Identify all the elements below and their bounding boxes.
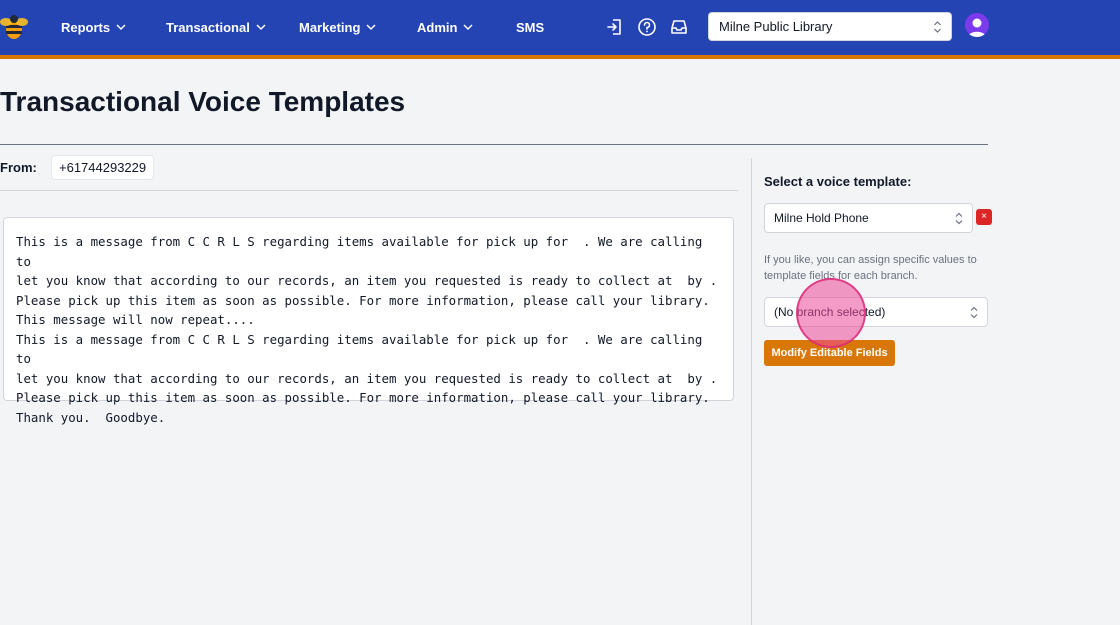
select-updown-icon <box>970 306 978 319</box>
nav-sms-label: SMS <box>516 19 545 35</box>
nav-marketing-label: Marketing <box>299 19 361 35</box>
nav-transactional-label: Transactional <box>166 19 250 35</box>
branch-help-text: If you like, you can assign specific val… <box>764 254 977 282</box>
voice-template-value: Milne Hold Phone <box>774 211 869 225</box>
branch-select[interactable]: (No branch selected) <box>764 297 988 327</box>
chevron-down-icon <box>116 24 126 31</box>
modify-editable-fields-button[interactable]: Modify Editable Fields <box>764 340 895 366</box>
top-navbar: Reports Transactional Marketing Admin SM… <box>0 0 1120 55</box>
chevron-down-icon <box>463 24 473 31</box>
voice-template-select[interactable]: Milne Hold Phone <box>764 203 973 233</box>
chevron-down-icon <box>256 24 266 31</box>
from-divider <box>0 190 738 191</box>
nav-sms[interactable]: SMS <box>516 18 544 36</box>
chevron-down-icon <box>366 24 376 31</box>
help-icon[interactable] <box>637 17 657 37</box>
logout-icon[interactable] <box>605 17 625 37</box>
library-select[interactable]: Milne Public Library <box>708 12 952 41</box>
nav-admin[interactable]: Admin <box>417 18 473 36</box>
from-label: From: <box>0 160 37 175</box>
remove-template-button[interactable]: × <box>976 209 992 225</box>
user-avatar[interactable] <box>965 13 989 37</box>
select-updown-icon <box>934 21 941 33</box>
page-title: Transactional Voice Templates <box>0 86 406 117</box>
branch-select-value: (No branch selected) <box>774 305 886 319</box>
nav-reports[interactable]: Reports <box>61 18 126 36</box>
bee-logo-icon[interactable] <box>0 12 28 42</box>
nav-marketing[interactable]: Marketing <box>299 18 376 36</box>
nav-reports-label: Reports <box>61 19 111 35</box>
template-select-heading: Select a voice template: <box>764 174 912 189</box>
user-icon <box>968 18 986 37</box>
voice-message-text: This is a message from C C R L S regardi… <box>16 234 718 425</box>
nav-transactional[interactable]: Transactional <box>166 18 266 36</box>
from-phone-number: +61744293229 <box>51 155 155 180</box>
panel-divider <box>751 158 752 625</box>
voice-message-preview: This is a message from C C R L S regardi… <box>3 217 734 425</box>
title-divider <box>0 144 988 145</box>
inbox-icon[interactable] <box>669 17 689 37</box>
nav-admin-label: Admin <box>417 19 458 35</box>
select-updown-icon <box>955 212 963 225</box>
library-select-value: Milne Public Library <box>719 19 833 34</box>
navbar-accent-strip <box>0 55 1120 59</box>
